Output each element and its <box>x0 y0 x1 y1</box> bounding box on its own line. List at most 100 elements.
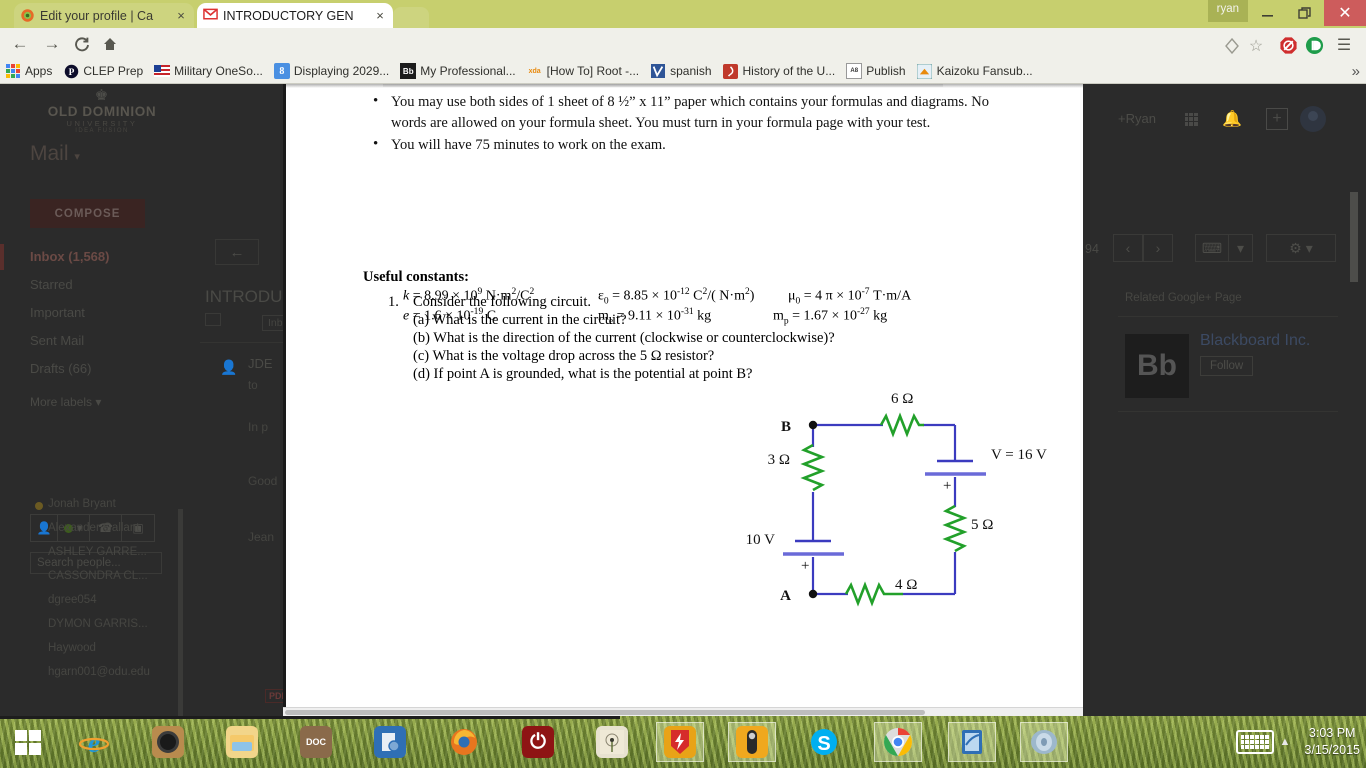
internet-explorer-icon: e <box>78 726 110 758</box>
taskbar-clock[interactable]: 3:03 PM 3/15/2015 <box>1304 725 1360 759</box>
page-scrollbar[interactable] <box>1350 192 1358 282</box>
start-button[interactable] <box>6 722 50 762</box>
node-b-dot <box>808 420 818 430</box>
sidebar-item-sent-mail[interactable]: Sent Mail <box>30 333 84 348</box>
adblock-icon[interactable] <box>1276 33 1300 57</box>
tab-close-icon[interactable]: × <box>174 9 188 22</box>
sidebar-item-more-labels[interactable]: More labels ▾ <box>30 395 101 409</box>
taskbar-item-firefox[interactable] <box>440 722 488 762</box>
window-restore-button[interactable] <box>1286 0 1324 26</box>
bookmark-my-professional[interactable]: Bb My Professional... <box>400 63 516 79</box>
sidebar-item-starred[interactable]: Starred <box>30 277 73 292</box>
battery-10v-polarity: + <box>801 558 809 574</box>
doc-glyph: DOC <box>306 737 326 747</box>
power-tool-icon: ⏻ <box>522 726 554 758</box>
show-hidden-icons-button[interactable]: ▲ <box>1280 736 1291 748</box>
taskbar-item-dandelion-photo[interactable] <box>588 722 636 762</box>
bookmark-label: Military OneSo... <box>174 64 263 78</box>
prev-thread-button[interactable]: ‹ <box>1113 234 1143 262</box>
avatar-icon[interactable] <box>1300 106 1326 132</box>
contact-item-5[interactable]: DYMON GARRIS... <box>48 618 148 630</box>
next-thread-button[interactable]: › <box>1143 234 1173 262</box>
follow-button[interactable]: Follow <box>1200 356 1254 376</box>
svg-text:e: e <box>88 728 100 758</box>
bookmark-publish[interactable]: A8 Publish <box>846 63 906 79</box>
taskbar-item-usb-device[interactable] <box>728 722 776 762</box>
browser-tab-1[interactable]: INTRODUCTORY GEN × <box>197 3 393 28</box>
contact-item-6[interactable]: Haywood <box>48 642 96 654</box>
taskbar-item-file-explorer[interactable] <box>218 722 266 762</box>
bookmark-star-icon[interactable]: ☆ <box>1244 34 1268 58</box>
bookmark-history-of-the-us[interactable]: History of the U... <box>723 63 835 79</box>
taskbar-item-skype[interactable]: S <box>800 722 848 762</box>
taskbar-item-flash-player[interactable] <box>656 722 704 762</box>
mail-menu-button[interactable]: Mail ▾ <box>30 142 80 166</box>
forward-button[interactable]: → <box>40 32 64 56</box>
taskbar-item-media-speaker[interactable] <box>144 722 192 762</box>
bookmark-apps[interactable]: Apps <box>5 63 52 79</box>
translate-icon[interactable] <box>1220 34 1244 58</box>
contact-item-2[interactable]: ASHLEY GARRE... <box>48 546 147 558</box>
clipped-text-line <box>383 84 943 87</box>
bookmarks-overflow-button[interactable]: » <box>1352 63 1360 80</box>
window-close-button[interactable]: ✕ <box>1324 0 1366 26</box>
keyboard-caret-icon[interactable]: ▾ <box>1229 234 1253 262</box>
taskbar-item-doc-converter[interactable]: DOC <box>292 722 340 762</box>
circuit-svg: B A 6 Ω 3 Ω 5 Ω 4 Ω V = 16 V V = 10 V + … <box>719 391 1047 607</box>
bookmark-label: Displaying 2029... <box>293 64 390 78</box>
chrome-menu-button[interactable]: ☰ <box>1332 33 1356 57</box>
question-part-b: (b) What is the direction of the current… <box>413 330 835 346</box>
sender-avatar: 👤 <box>220 359 238 375</box>
kaizoku-icon <box>917 63 933 79</box>
document-horizontal-scrollbar[interactable] <box>283 707 1083 716</box>
reload-button[interactable] <box>70 32 94 56</box>
bookmark-kaizoku-fansub[interactable]: Kaizoku Fansub... <box>917 63 1033 79</box>
taskbar-item-document-settings[interactable] <box>366 722 414 762</box>
browser-tab-0[interactable]: Edit your profile | Ca × <box>14 3 194 28</box>
sidebar-item-important[interactable]: Important <box>30 305 85 320</box>
tab-close-icon[interactable]: × <box>373 9 387 22</box>
contact-item-1[interactable]: Alexander Gallant <box>48 522 139 534</box>
message-body-line-2: Jean <box>248 530 275 544</box>
compose-button[interactable]: COMPOSE <box>30 199 145 228</box>
bookmarks-bar: Apps P CLEP Prep Military OneSo... 8 Dis… <box>0 59 1366 84</box>
blackboard-card-logo: Bb <box>1125 334 1189 398</box>
blackboard-card-name[interactable]: Blackboard Inc. <box>1200 332 1310 350</box>
back-button[interactable]: ← <box>8 32 32 56</box>
contacts-scrollbar[interactable] <box>178 509 183 716</box>
add-icon[interactable]: + <box>1266 108 1288 130</box>
sidebar-item-drafts[interactable]: Drafts (66) <box>30 361 91 376</box>
window-minimize-button[interactable] <box>1248 0 1286 26</box>
chrome-browser-window: Edit your profile | Ca × INTRODUCTORY GE… <box>0 0 1366 716</box>
new-tab-button[interactable] <box>393 7 429 28</box>
taskbar-item-internet-explorer[interactable]: e <box>70 722 118 762</box>
bookmark-label: spanish <box>670 64 712 78</box>
taskbar-item-shell-app[interactable] <box>1020 722 1068 762</box>
bookmark-how-to-root[interactable]: xda [How To] Root -... <box>527 63 640 79</box>
sidebar-item-inbox[interactable]: Inbox (1,568) <box>30 249 109 264</box>
contact-item-3[interactable]: CASSONDRA CL... <box>48 570 148 582</box>
bell-icon[interactable]: 🔔 <box>1221 108 1243 130</box>
apps-grid-icon[interactable] <box>1180 108 1202 130</box>
settings-gear-icon[interactable]: ⚙ ▾ <box>1266 234 1336 262</box>
bookmark-label: Apps <box>25 64 53 78</box>
system-tray: ▲ 3:03 PM 3/15/2015 <box>1235 720 1360 764</box>
keyboard-icon[interactable]: ⌨ <box>1195 234 1229 262</box>
taskbar-item-power-tool[interactable]: ⏻ <box>514 722 562 762</box>
bookmark-clep-prep[interactable]: P CLEP Prep <box>63 63 143 79</box>
back-to-inbox-button[interactable]: ← <box>215 239 259 265</box>
google-plus-user-link[interactable]: +Ryan <box>1118 111 1156 126</box>
bookmark-military-onesource[interactable]: Military OneSo... <box>154 63 263 79</box>
keyboard-icon[interactable] <box>1235 730 1274 754</box>
lastpass-icon[interactable] <box>1302 33 1326 57</box>
contact-item-0[interactable]: Jonah Bryant <box>48 498 116 510</box>
thread-select-checkbox[interactable] <box>205 313 221 326</box>
contact-item-4[interactable]: dgree054 <box>48 594 97 606</box>
bookmark-spanish[interactable]: spanish <box>650 63 712 79</box>
taskbar-item-zip-utility[interactable] <box>948 722 996 762</box>
message-body-line-1: Good <box>248 474 278 488</box>
contact-item-7[interactable]: hgarn001@odu.edu <box>48 666 150 678</box>
bookmark-displaying-2029[interactable]: 8 Displaying 2029... <box>273 63 390 79</box>
taskbar-item-google-chrome[interactable] <box>874 722 922 762</box>
home-button[interactable] <box>98 32 122 56</box>
